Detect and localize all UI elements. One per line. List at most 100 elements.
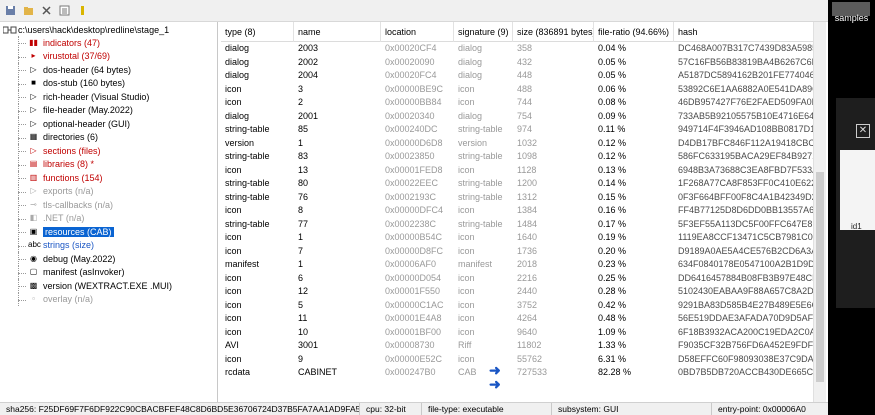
tree-item-dos-stub[interactable]: ■ dos-stub (160 bytes) [0, 76, 217, 91]
tree-item-label: version (WEXTRACT.EXE .MUI) [43, 280, 173, 291]
cell-signature: string-table [458, 191, 503, 202]
cell-signature: dialog [458, 110, 483, 121]
table-row[interactable]: icon 3 0x00000BE9C icon 488 0.06 % 53892C6E1AA… [221, 83, 819, 97]
table-row[interactable]: icon 7 0x00000D8FC icon 1736 0.20 % D9189A0AE5… [221, 245, 819, 259]
table-row[interactable]: rcdata CABINET 0x000247B0 CAB 727533 82.28 % 0… [221, 366, 819, 380]
cell-hash: D4DB17BFC846F112A19418CBCE32 [678, 137, 819, 148]
table-row[interactable]: icon 1 0x00000B54C icon 1640 0.19 % 1119EA8CCF… [221, 231, 819, 245]
desktop-icon-label[interactable]: samples [828, 13, 875, 23]
info-icon[interactable] [76, 5, 88, 17]
table-row[interactable]: icon 13 0x00001FED8 icon 1128 0.13 % 6948B3A73… [221, 164, 819, 178]
close-icon[interactable] [40, 5, 52, 17]
column-type[interactable]: type (8) [221, 22, 294, 42]
list-icon[interactable] [58, 5, 70, 17]
tree-item-functions[interactable]: ▥ functions (154) [0, 171, 217, 185]
tree-item-label: dos-stub (160 bytes) [43, 78, 126, 89]
table-header: type (8) name location signature (9) siz… [221, 22, 819, 42]
table-row[interactable]: dialog 2001 0x00020340 dialog 754 0.09 % 733AB… [221, 110, 819, 124]
scrollbar-thumb[interactable] [816, 172, 824, 382]
tree-item-version[interactable]: ▩ version (WEXTRACT.EXE .MUI) [0, 279, 217, 293]
table-row[interactable]: string-table 83 0x00023850 string-table 1098… [221, 150, 819, 164]
cell-name: 2 [298, 97, 304, 107]
cell-file-ratio: 0.25 % [598, 272, 627, 283]
cell-size: 2440 [517, 286, 538, 296]
table-row[interactable]: icon 11 0x00001E4A8 icon 4264 0.48 % 56E519DDA… [221, 312, 819, 326]
cell-location: 0x00000D6D8 [385, 137, 443, 148]
cell-name: 3001 [298, 340, 319, 350]
table-row[interactable]: manifest 1 0x00006AF0 manifest 2018 0.23 % 634… [221, 258, 819, 272]
tree-item-label: exports (n/a) [43, 186, 94, 197]
tree-item-debug[interactable]: ◉ debug (May.2022) [0, 252, 217, 266]
close-icon[interactable]: ✕ [856, 124, 870, 138]
cell-signature: icon [458, 83, 475, 94]
cell-size: 1484 [517, 218, 538, 229]
save-icon[interactable] [4, 5, 16, 17]
tree-item-rich-header[interactable]: ▷ rich-header (Visual Studio) [0, 90, 217, 104]
cell-location: 0x00020FC4 [385, 70, 437, 80]
column-hash[interactable]: hash [674, 22, 819, 42]
version-icon: ▩ [29, 280, 38, 290]
cell-signature: icon [458, 299, 475, 310]
vertical-scrollbar[interactable] [813, 22, 826, 402]
cell-file-ratio: 1.09 % [598, 326, 627, 337]
table-row[interactable]: string-table 85 0x000240DC string-table 974 0… [221, 123, 819, 137]
tree-item-virustotal[interactable]: ▸ virustotal (37/69) [0, 49, 217, 64]
table-row[interactable]: string-table 80 0x00022EEC string-table 1200… [221, 177, 819, 191]
tree-item-overlay[interactable]: ▫ overlay (n/a) [0, 292, 217, 307]
cell-size: 1736 [517, 245, 538, 256]
table-row[interactable]: version 1 0x00000D6D8 version 1032 0.12 % D4DB… [221, 137, 819, 151]
cell-hash: DD6416457884B08FB3B97E48CD8B2 [678, 272, 819, 283]
open-icon[interactable] [22, 5, 34, 17]
column-signature[interactable]: signature (9) [454, 22, 513, 42]
column-location[interactable]: location [381, 22, 454, 42]
table-row[interactable]: dialog 2004 0x00020FC4 dialog 448 0.05 % A5187… [221, 69, 819, 83]
tree-item-exports[interactable]: ▷ exports (n/a) [0, 184, 217, 199]
status-bar: sha256: F25DF69F7F6DF922C90CBACBFEF48C8D… [0, 402, 828, 415]
cell-hash: 57C16FB56B83819BA4B6267C6DDD [678, 56, 819, 67]
cell-size: 1200 [517, 178, 538, 188]
table-row[interactable]: icon 6 0x00000D054 icon 2216 0.25 % DD64164578… [221, 272, 819, 286]
tree-item-dos-header[interactable]: ▷ dos-header (64 bytes) [0, 63, 217, 77]
cell-size: 9640 [517, 326, 538, 337]
table-row[interactable]: icon 9 0x00000E52C icon 55762 6.31 % D58EFFC60… [221, 353, 819, 367]
table-row[interactable]: dialog 2002 0x00020090 dialog 432 0.05 % 57C16… [221, 56, 819, 70]
cell-file-ratio: 0.12 % [598, 151, 627, 161]
cell-hash: 949714F4F3946AD108BB0817D170C [678, 124, 819, 134]
tree-item-sections[interactable]: ▷ sections (files) [0, 144, 217, 158]
table-row[interactable]: string-table 76 0x0002193C string-table 1312… [221, 191, 819, 205]
table-row[interactable]: icon 2 0x00000BB84 icon 744 0.08 % 46DB957427F… [221, 96, 819, 110]
cell-hash: 6F18B3932ACA200C19EDA2C0A83 [678, 326, 819, 337]
table-row[interactable]: icon 10 0x00001BF00 icon 9640 1.09 % 6F18B3932… [221, 326, 819, 340]
tree-root[interactable]: c:\users\hack\desktop\redline\stage_1 [0, 23, 217, 36]
cell-size: 55762 [517, 353, 543, 364]
table-row[interactable]: dialog 2003 0x00020CF4 dialog 358 0.04 % DC468… [221, 42, 819, 56]
tree-item-strings[interactable]: abc strings (size) [0, 238, 217, 253]
cell-file-ratio: 0.11 % [598, 124, 626, 134]
tree-item-file-header[interactable]: ▷ file-header (May.2022) [0, 103, 217, 118]
column-file-ratio[interactable]: file-ratio (94.66%) [594, 22, 674, 42]
virustotal-icon: ▸ [31, 51, 36, 61]
overlay-icon: ▫ [32, 294, 35, 304]
column-name[interactable]: name [294, 22, 381, 42]
table-row[interactable]: AVI 3001 0x00008730 Riff 11802 1.33 % F9035CF3… [221, 339, 819, 353]
cell-size: 1032 [517, 137, 538, 148]
cell-type: dialog [225, 56, 250, 67]
table-row[interactable]: icon 8 0x00000DFC4 icon 1384 0.16 % FF4B77125D… [221, 204, 819, 218]
table-row[interactable]: icon 5 0x00000C1AC icon 3752 0.42 % 9291BA83D5… [221, 299, 819, 313]
tree-item-resources[interactable]: ▣ resources (CAB) [0, 225, 217, 239]
cell-signature: icon [458, 205, 475, 215]
tree-item-directories[interactable]: ▦ directories (6) [0, 130, 217, 145]
tree-item-optional-header[interactable]: ▷ optional-header (GUI) [0, 117, 217, 131]
cell-location: 0x00020090 [385, 56, 435, 67]
table-row[interactable]: string-table 77 0x0002238C string-table 1484… [221, 218, 819, 232]
column-size[interactable]: size (836891 bytes) [513, 22, 594, 42]
arrow-annotation-icon: ➜ [489, 376, 501, 392]
tree-item-net[interactable]: ◧ .NET (n/a) [0, 211, 217, 226]
tree-item-indicators[interactable]: ▮▮ indicators (47) [0, 36, 217, 50]
arrow-icon: ▷ [30, 186, 37, 196]
table-row[interactable]: icon 12 0x00001F550 icon 2440 0.28 % 5102430EA… [221, 285, 819, 299]
tree-item-manifest[interactable]: ▢ manifest (asInvoker) [0, 265, 217, 280]
tree-item-libraries[interactable]: ▤ libraries (8) * [0, 157, 217, 172]
cell-hash: 9291BA83D585B4E27B489E5E6C0B5 [678, 299, 819, 310]
tree-item-tls-callbacks[interactable]: ⊸ tls-callbacks (n/a) [0, 198, 217, 212]
